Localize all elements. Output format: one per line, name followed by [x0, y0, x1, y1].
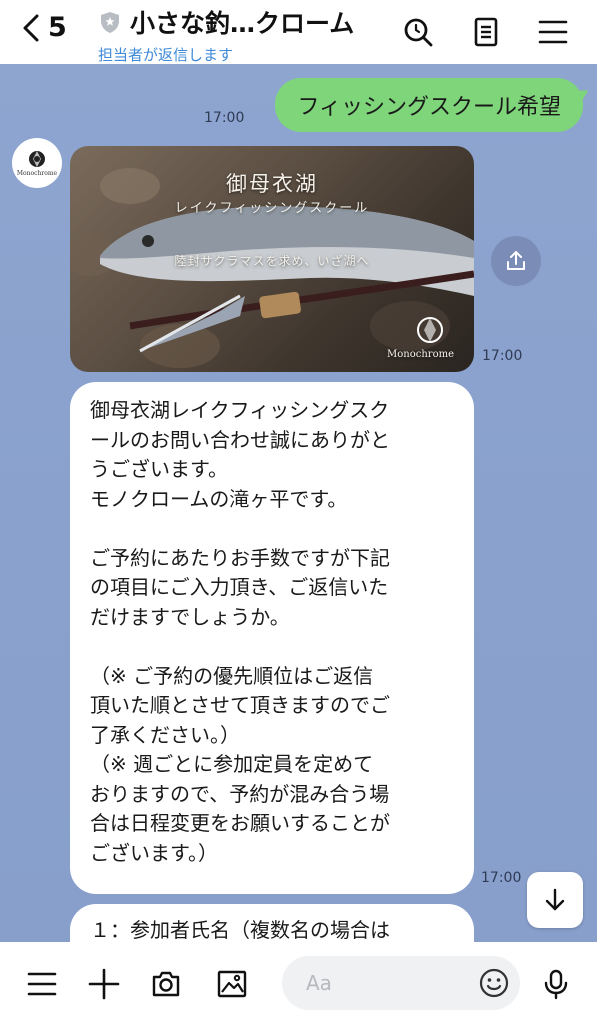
message-line: の項目にご入力頂き、ご返信いた [90, 575, 389, 599]
message-line: ご予約にあたりお手数ですが下記 [90, 545, 390, 570]
scroll-to-bottom-button[interactable] [527, 872, 583, 928]
message-line [90, 632, 454, 662]
share-button[interactable] [491, 236, 541, 286]
photo-time: 17:00 [482, 348, 523, 364]
photo-title: 御母衣湖 [226, 172, 318, 196]
share-icon [507, 251, 525, 270]
chat-subtitle: 担当者が返信します [98, 46, 234, 64]
message-line: （※ ご予約の優先順位はご返信 [90, 663, 374, 688]
unread-count: 5 [48, 12, 67, 43]
chevron-left-icon [23, 14, 39, 41]
sent-message-bubble[interactable]: フィッシングスクール希望 [275, 78, 583, 132]
message-line: だけますでしょうか。 [90, 604, 290, 629]
chat-area[interactable]: フィッシングスクール希望 17:00 Monochrome 御母衣湖 レイクフィ… [0, 64, 597, 942]
back-button[interactable]: 5 [20, 12, 67, 43]
message-line: モノクロームの滝ヶ平です。 [90, 486, 348, 511]
sent-message-text: フィッシングスクール希望 [297, 95, 561, 120]
notes-button[interactable] [466, 12, 506, 52]
message-line: （※ 週ごとに参加定員を定めて [90, 752, 374, 776]
camera-icon [152, 971, 180, 997]
notes-icon [474, 17, 498, 47]
brand-logo-icon [417, 317, 443, 343]
text-time: 17:00 [481, 870, 522, 886]
sent-time: 17:00 [204, 110, 245, 126]
menu-icon [27, 972, 57, 996]
message-line: 御母衣湖レイクフィッシングスク [90, 398, 390, 422]
more-menu-button[interactable] [22, 964, 62, 1004]
chat-title-area[interactable]: 小さな釣…クローム 担当者が返信します [98, 4, 388, 65]
message-line: 頂いた順とさせて頂きますのでご [90, 693, 390, 717]
avatar-label: Monochrome [16, 170, 58, 177]
aperture-logo-icon [29, 151, 45, 167]
photo-brand: Monochrome [387, 349, 454, 360]
message-line: １：参加者氏名（複数名の場合は [90, 918, 390, 942]
photo-subtitle: レイクフィッシングスクール [174, 201, 370, 216]
input-bar: Aa [0, 942, 597, 1024]
message-input[interactable]: Aa [282, 956, 520, 1010]
received-message-bubble-partial[interactable]: １：参加者氏名（複数名の場合は [70, 904, 474, 942]
search-icon [404, 18, 433, 47]
image-button[interactable] [212, 964, 252, 1004]
menu-button[interactable] [533, 12, 573, 52]
plus-icon [88, 968, 120, 1000]
promo-image[interactable]: 御母衣湖 レイクフィッシングスクール 陸封サクラマスを求め、いざ湖へ Monoc… [70, 146, 474, 372]
message-line [90, 514, 454, 544]
message-line: ございます。） [90, 840, 218, 865]
image-icon [217, 970, 247, 998]
message-line: うございます。 [90, 457, 228, 481]
voice-button[interactable] [536, 964, 576, 1004]
message-line: 了承ください。） [90, 722, 240, 747]
mic-icon [544, 969, 568, 1000]
photo-tagline: 陸封サクラマスを求め、いざ湖へ [174, 254, 370, 268]
chat-title: 小さな釣…クローム [130, 9, 355, 38]
message-line: おりますので、予約が混み合う場 [90, 781, 390, 806]
add-button[interactable] [84, 964, 124, 1004]
arrow-down-icon [545, 888, 565, 911]
message-line: ールのお問い合わせ誠にありがと [90, 427, 390, 452]
message-line: 合は日程変更をお願いすることが [90, 811, 390, 835]
chat-header: 5 小さな釣…クローム 担当者が返信します [0, 0, 597, 64]
menu-icon [538, 20, 568, 44]
camera-button[interactable] [146, 964, 186, 1004]
message-input-placeholder: Aa [306, 971, 332, 995]
smile-icon[interactable] [478, 967, 510, 999]
shield-icon [101, 12, 119, 33]
received-message-bubble[interactable]: 御母衣湖レイクフィッシングスク ールのお問い合わせ誠にありがと うございます。 … [70, 382, 474, 894]
search-button[interactable] [398, 12, 438, 52]
avatar[interactable]: Monochrome [12, 138, 62, 188]
